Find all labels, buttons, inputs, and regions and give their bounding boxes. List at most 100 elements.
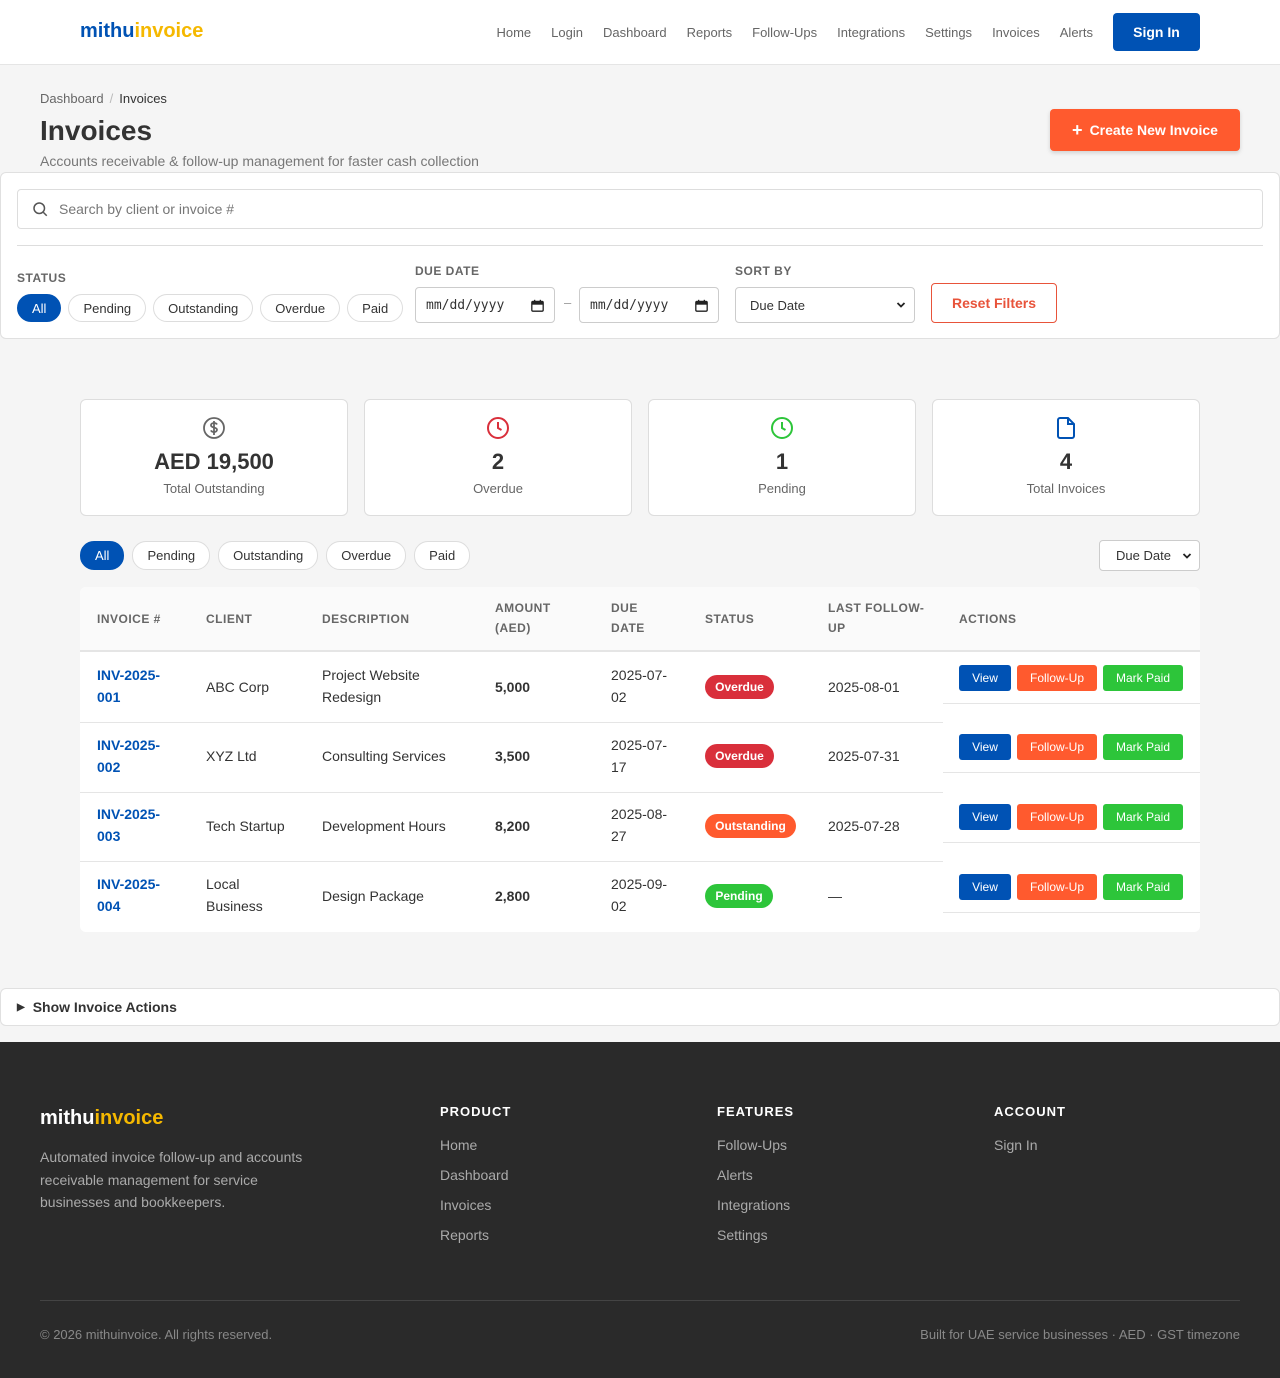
plus-icon: + bbox=[1072, 120, 1083, 140]
nav-reports[interactable]: Reports bbox=[687, 25, 733, 40]
status-chips: All Pending Outstanding Overdue Paid bbox=[17, 294, 410, 322]
nav-home[interactable]: Home bbox=[496, 25, 531, 40]
status-filter-label: STATUS bbox=[17, 271, 67, 285]
brand-logo[interactable]: mithuinvoice bbox=[80, 20, 203, 43]
filter-divider bbox=[17, 245, 1263, 246]
table-chip-paid[interactable]: Paid bbox=[414, 541, 471, 570]
status-chip-pending[interactable]: Pending bbox=[68, 294, 147, 322]
last-follow-up: 2025-07-31 bbox=[828, 748, 900, 764]
last-follow-up: 2025-07-28 bbox=[828, 818, 900, 834]
view-button[interactable]: View bbox=[959, 734, 1011, 760]
table-chip-all[interactable]: All bbox=[80, 541, 125, 570]
footer-link-integrations[interactable]: Integrations bbox=[717, 1197, 794, 1214]
table-sort-select[interactable]: Due Date bbox=[1099, 540, 1200, 571]
show-invoice-actions-toggle[interactable]: ▶ Show Invoice Actions bbox=[0, 988, 1280, 1026]
page-head: Dashboard / Invoices Invoices Accounts rec… bbox=[0, 65, 1280, 172]
invoice-amount: 2,800 bbox=[495, 888, 531, 904]
invoice-number[interactable]: INV-2025- 002 bbox=[97, 734, 160, 778]
footer-col-account: ACCOUNT Sign In bbox=[994, 1104, 1066, 1167]
nav-invoices[interactable]: Invoices bbox=[992, 25, 1040, 40]
view-button[interactable]: View bbox=[959, 665, 1011, 691]
search-box[interactable] bbox=[17, 189, 1263, 229]
nav-dashboard[interactable]: Dashboard bbox=[603, 25, 667, 40]
sort-by-label: SORT BY bbox=[735, 264, 792, 278]
invoice-amount: 3,500 bbox=[495, 748, 531, 764]
client-name: XYZ Ltd bbox=[206, 748, 257, 764]
follow-up-button[interactable]: Follow-Up bbox=[1017, 874, 1097, 900]
invoice-number[interactable]: INV-2025- 001 bbox=[97, 664, 160, 708]
nav-settings[interactable]: Settings bbox=[925, 25, 972, 40]
status-chip-all[interactable]: All bbox=[17, 294, 62, 322]
due-date-to-input[interactable]: mm/dd/yyyy bbox=[579, 287, 719, 323]
filter-panel: STATUS All Pending Outstanding Overdue P… bbox=[0, 172, 1280, 339]
table-row: INV-2025- 004 Local Business Design Packag… bbox=[80, 862, 1200, 932]
table-chip-outstanding[interactable]: Outstanding bbox=[218, 541, 319, 570]
footer-link-invoices[interactable]: Invoices bbox=[440, 1197, 511, 1214]
footer-link-sign-in[interactable]: Sign In bbox=[994, 1137, 1066, 1154]
view-button[interactable]: View bbox=[959, 874, 1011, 900]
status-badge: Outstanding bbox=[705, 814, 796, 838]
row-divider bbox=[943, 772, 1200, 773]
footer-link-alerts[interactable]: Alerts bbox=[717, 1167, 794, 1184]
nav-alerts[interactable]: Alerts bbox=[1060, 25, 1093, 40]
row-divider bbox=[943, 912, 1200, 913]
view-button[interactable]: View bbox=[959, 804, 1011, 830]
breadcrumb-current: Invoices bbox=[119, 91, 167, 106]
sort-by-select[interactable]: Due Date bbox=[735, 287, 915, 323]
date-range-separator: – bbox=[564, 295, 572, 310]
footer-link-follow-ups[interactable]: Follow-Ups bbox=[717, 1137, 794, 1154]
nav-integrations[interactable]: Integrations bbox=[837, 25, 905, 40]
breadcrumb-separator: / bbox=[109, 91, 114, 106]
status-chip-paid[interactable]: Paid bbox=[347, 294, 404, 322]
footer-col-title: PRODUCT bbox=[440, 1104, 512, 1119]
nav-login[interactable]: Login bbox=[551, 25, 583, 40]
clock-icon bbox=[771, 417, 793, 439]
calendar-icon[interactable] bbox=[531, 299, 544, 312]
row-divider bbox=[943, 842, 1200, 843]
footer-col-title: ACCOUNT bbox=[994, 1104, 1066, 1119]
due-date-from-input[interactable]: mm/dd/yyyy bbox=[415, 287, 555, 323]
row-actions: View Follow-Up Mark Paid bbox=[959, 734, 1183, 760]
status-chip-overdue[interactable]: Overdue bbox=[260, 294, 341, 322]
invoice-number[interactable]: INV-2025- 004 bbox=[97, 873, 160, 917]
footer-logo[interactable]: mithuinvoice bbox=[40, 1107, 163, 1130]
col-due-date: DUE DATE bbox=[611, 601, 645, 635]
footer-link-reports[interactable]: Reports bbox=[440, 1227, 511, 1244]
footer-link-settings[interactable]: Settings bbox=[717, 1227, 794, 1244]
create-invoice-button[interactable]: + Create New Invoice bbox=[1050, 109, 1240, 151]
chevron-down-icon bbox=[896, 302, 906, 308]
clock-icon bbox=[487, 417, 509, 439]
top-header: mithuinvoice Home Login Dashboard Report… bbox=[0, 0, 1280, 65]
invoice-description: Development Hours bbox=[322, 818, 446, 834]
nav-follow-ups[interactable]: Follow-Ups bbox=[752, 25, 817, 40]
footer-col-product: PRODUCT Home Dashboard Invoices Reports bbox=[440, 1104, 511, 1257]
mark-paid-button[interactable]: Mark Paid bbox=[1103, 665, 1183, 691]
table-chip-pending[interactable]: Pending bbox=[132, 541, 211, 570]
table-row: INV-2025- 002 XYZ Ltd Consulting Services… bbox=[80, 723, 1200, 793]
page-title: Invoices bbox=[40, 115, 153, 146]
invoice-description: Project Website Redesign bbox=[322, 667, 420, 705]
mark-paid-button[interactable]: Mark Paid bbox=[1103, 874, 1183, 900]
stat-card-total-invoices: 4 Total Invoices bbox=[932, 399, 1200, 516]
row-actions: View Follow-Up Mark Paid bbox=[959, 804, 1183, 830]
follow-up-button[interactable]: Follow-Up bbox=[1017, 665, 1097, 691]
reset-filters-button[interactable]: Reset Filters bbox=[931, 283, 1057, 323]
disclosure-triangle-icon: ▶ bbox=[17, 1001, 25, 1013]
breadcrumb-dashboard[interactable]: Dashboard bbox=[40, 91, 104, 106]
footer-link-home[interactable]: Home bbox=[440, 1137, 511, 1154]
follow-up-button[interactable]: Follow-Up bbox=[1017, 734, 1097, 760]
follow-up-button[interactable]: Follow-Up bbox=[1017, 804, 1097, 830]
invoice-number[interactable]: INV-2025- 003 bbox=[97, 803, 160, 847]
footer-col-title: FEATURES bbox=[717, 1104, 795, 1119]
table-chip-overdue[interactable]: Overdue bbox=[326, 541, 407, 570]
mark-paid-button[interactable]: Mark Paid bbox=[1103, 804, 1183, 830]
status-chip-outstanding[interactable]: Outstanding bbox=[153, 294, 254, 322]
status-badge: Overdue bbox=[705, 744, 774, 768]
search-input[interactable] bbox=[59, 201, 1159, 217]
calendar-icon[interactable] bbox=[695, 299, 708, 312]
mark-paid-button[interactable]: Mark Paid bbox=[1103, 734, 1183, 760]
page-subtitle: Accounts receivable & follow-up manageme… bbox=[40, 153, 479, 169]
footer-link-dashboard[interactable]: Dashboard bbox=[440, 1167, 511, 1184]
sign-in-button[interactable]: Sign In bbox=[1113, 13, 1200, 51]
row-actions: View Follow-Up Mark Paid bbox=[959, 874, 1183, 900]
